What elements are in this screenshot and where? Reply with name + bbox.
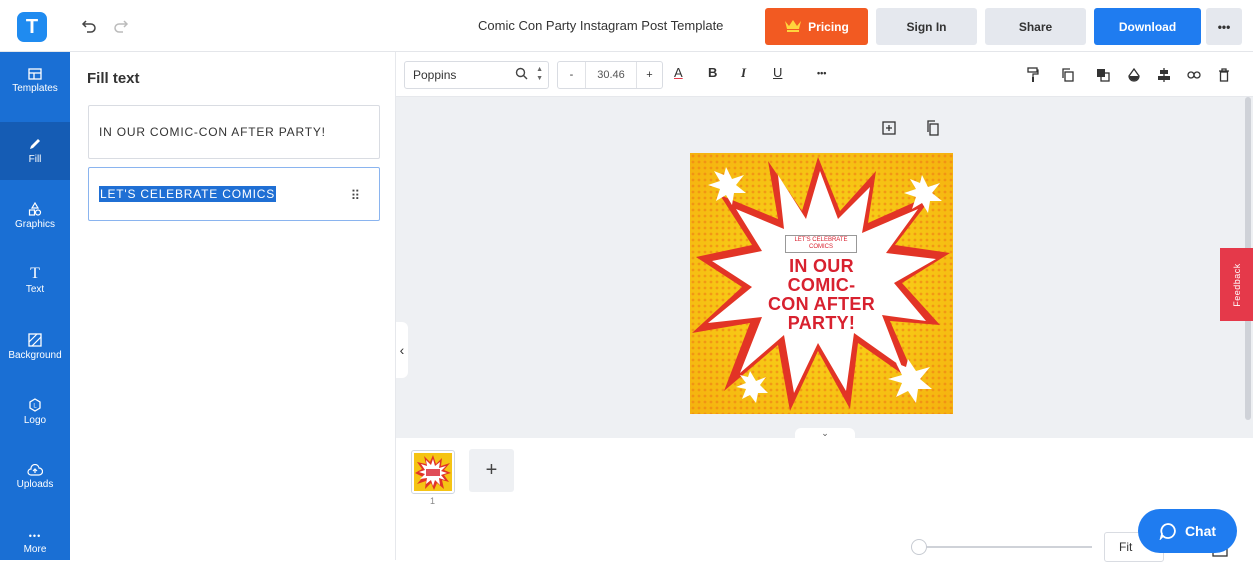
sidebar-label: Logo — [23, 415, 47, 426]
sidebar-label: Fill — [28, 154, 42, 165]
collapse-panel-icon[interactable]: ‹ — [396, 322, 408, 378]
text-field-value: LET'S CELEBRATE COMICS — [99, 186, 277, 202]
zoom-value: Fit — [1119, 540, 1133, 554]
font-family-value: Poppins — [413, 68, 457, 82]
sidebar-label: Uploads — [16, 479, 54, 490]
add-page-button[interactable]: + — [469, 449, 514, 492]
headline-line: COMIC- — [787, 275, 856, 295]
top-bar: T Comic Con Party Instagram Post Templat… — [0, 0, 1253, 52]
more-text-options-icon[interactable]: ••• — [817, 68, 826, 78]
sidebar-item-uploads[interactable]: Uploads — [0, 448, 70, 506]
zoom-slider[interactable] — [912, 546, 1092, 548]
sidebar-item-more[interactable]: ••• More — [0, 514, 70, 572]
add-page-icon[interactable] — [880, 119, 898, 137]
upload-icon — [27, 464, 43, 476]
text-toolbar: Poppins ▲ ▼ - 30.46 + A B I U ••• — [396, 52, 1253, 97]
page-thumbnail[interactable] — [411, 450, 455, 494]
download-button[interactable]: Download — [1094, 8, 1201, 45]
text-icon: T — [30, 265, 40, 282]
layer-icon[interactable] — [1093, 65, 1113, 85]
sidebar-item-logo[interactable]: L Logo — [0, 383, 70, 441]
undo-icon[interactable] — [78, 15, 100, 37]
headline-line: IN OUR — [789, 256, 854, 276]
post-subtitle[interactable]: LET'S CELEBRATE COMICS — [785, 235, 857, 253]
logo-icon: L — [29, 398, 41, 412]
sidebar-item-templates[interactable]: Templates — [0, 52, 70, 110]
sidebar-label: Templates — [12, 83, 58, 94]
increase-size-button[interactable]: + — [636, 62, 662, 88]
headline-line: PARTY! — [787, 313, 856, 333]
sign-in-button[interactable]: Sign In — [876, 8, 977, 45]
feedback-label: Feedback — [1231, 262, 1242, 307]
sidebar-item-background[interactable]: Background — [0, 318, 70, 376]
search-icon[interactable] — [515, 67, 528, 83]
sidebar-item-graphics[interactable]: Graphics — [0, 187, 70, 245]
italic-icon[interactable]: I — [741, 65, 746, 81]
sidebar-label: Text — [25, 284, 45, 295]
text-color-icon[interactable]: A — [674, 65, 683, 80]
zoom-slider-handle[interactable] — [911, 539, 927, 555]
decrease-size-button[interactable]: - — [558, 62, 586, 88]
feedback-tab[interactable]: Feedback — [1220, 248, 1253, 321]
underline-icon[interactable]: U — [773, 65, 782, 80]
duplicate-page-icon[interactable] — [924, 119, 942, 137]
document-title[interactable]: Comic Con Party Instagram Post Template — [478, 18, 723, 33]
delete-icon[interactable] — [1214, 65, 1234, 85]
text-field-subtitle[interactable]: LET'S CELEBRATE COMICS ⠿ — [88, 167, 380, 221]
crown-icon — [784, 18, 802, 35]
templates-icon — [28, 68, 42, 80]
sidebar-label: Graphics — [14, 219, 55, 230]
svg-text:L: L — [33, 404, 37, 410]
font-size-value[interactable]: 30.46 — [586, 62, 636, 88]
design-canvas[interactable]: LET'S CELEBRATE COMICS IN OUR COMIC- CON… — [690, 153, 953, 414]
left-sidebar: Templates Fill Graphics T Text Backgroun… — [0, 52, 70, 560]
chat-button[interactable]: Chat — [1138, 509, 1237, 553]
sidebar-item-fill[interactable]: Fill — [0, 122, 70, 180]
link-icon[interactable] — [1184, 65, 1204, 85]
fill-text-panel: Fill text IN OUR COMIC-CON AFTER PARTY! … — [70, 52, 396, 560]
more-options-button[interactable]: ••• — [1206, 8, 1242, 45]
sidebar-item-text[interactable]: T Text — [0, 252, 70, 310]
background-icon — [28, 333, 42, 347]
text-field-headline[interactable]: IN OUR COMIC-CON AFTER PARTY! — [88, 105, 380, 159]
share-button[interactable]: Share — [985, 8, 1086, 45]
more-icon: ••• — [28, 531, 42, 541]
align-icon[interactable] — [1154, 65, 1174, 85]
sidebar-label: More — [23, 544, 47, 555]
paint-roller-icon[interactable] — [1023, 65, 1043, 85]
opacity-icon[interactable] — [1124, 65, 1144, 85]
panel-title: Fill text — [87, 70, 140, 87]
pricing-label: Pricing — [808, 19, 849, 34]
chat-bubble-icon — [1159, 523, 1176, 540]
font-size-stepper[interactable]: - 30.46 + — [557, 61, 663, 89]
bold-icon[interactable]: B — [708, 65, 717, 80]
headline-line: CON AFTER — [767, 294, 876, 314]
drag-handle-icon[interactable]: ⠿ — [351, 188, 361, 204]
page-number: 1 — [430, 496, 436, 506]
font-stepper-icon[interactable]: ▲ ▼ — [536, 65, 543, 83]
post-headline[interactable]: IN OUR COMIC- CON AFTER PARTY! — [690, 257, 953, 333]
chat-label: Chat — [1184, 523, 1217, 539]
pencil-icon — [30, 139, 40, 149]
sidebar-label: Background — [8, 350, 62, 361]
font-family-select[interactable]: Poppins ▲ ▼ — [404, 61, 549, 89]
shapes-icon — [28, 202, 42, 216]
pricing-button[interactable]: Pricing — [765, 8, 868, 45]
text-field-value: IN OUR COMIC-CON AFTER PARTY! — [99, 125, 326, 139]
thumbnail-image — [414, 453, 452, 491]
app-logo[interactable]: T — [17, 12, 47, 42]
redo-icon[interactable] — [110, 15, 132, 37]
duplicate-icon[interactable] — [1058, 65, 1078, 85]
